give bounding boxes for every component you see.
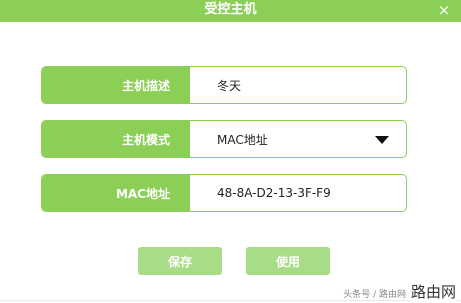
apply-button[interactable]: 使用 [246,247,330,275]
dialog-title: 受控主机 [204,2,257,17]
watermark: 头条号 / 路由网 路由网 [343,283,457,301]
host-description-label: 主机描述 [42,67,190,103]
host-mode-select[interactable]: MAC地址 [217,121,268,157]
mac-address-input[interactable]: 48-8A-D2-13-3F-F9 [217,175,331,211]
save-button[interactable]: 保存 [138,247,222,275]
close-icon[interactable]: × [437,0,451,22]
dropdown-arrow-icon[interactable] [375,136,389,144]
watermark-prefix: 头条号 / 路由网 [343,290,406,300]
mac-address-row: MAC地址 48-8A-D2-13-3F-F9 [41,174,407,212]
title-bar: 受控主机 × [0,0,461,22]
host-description-input[interactable]: 冬天 [217,67,241,103]
controlled-host-dialog: 受控主机 × 主机描述 冬天 主机模式 MAC地址 MAC地址 48-8A-D2… [0,0,461,303]
host-mode-row: 主机模式 MAC地址 [41,120,407,158]
watermark-logo: 路由网 [409,283,457,301]
mac-address-label: MAC地址 [42,175,190,211]
host-mode-label: 主机模式 [42,121,190,157]
host-description-row: 主机描述 冬天 [41,66,407,104]
